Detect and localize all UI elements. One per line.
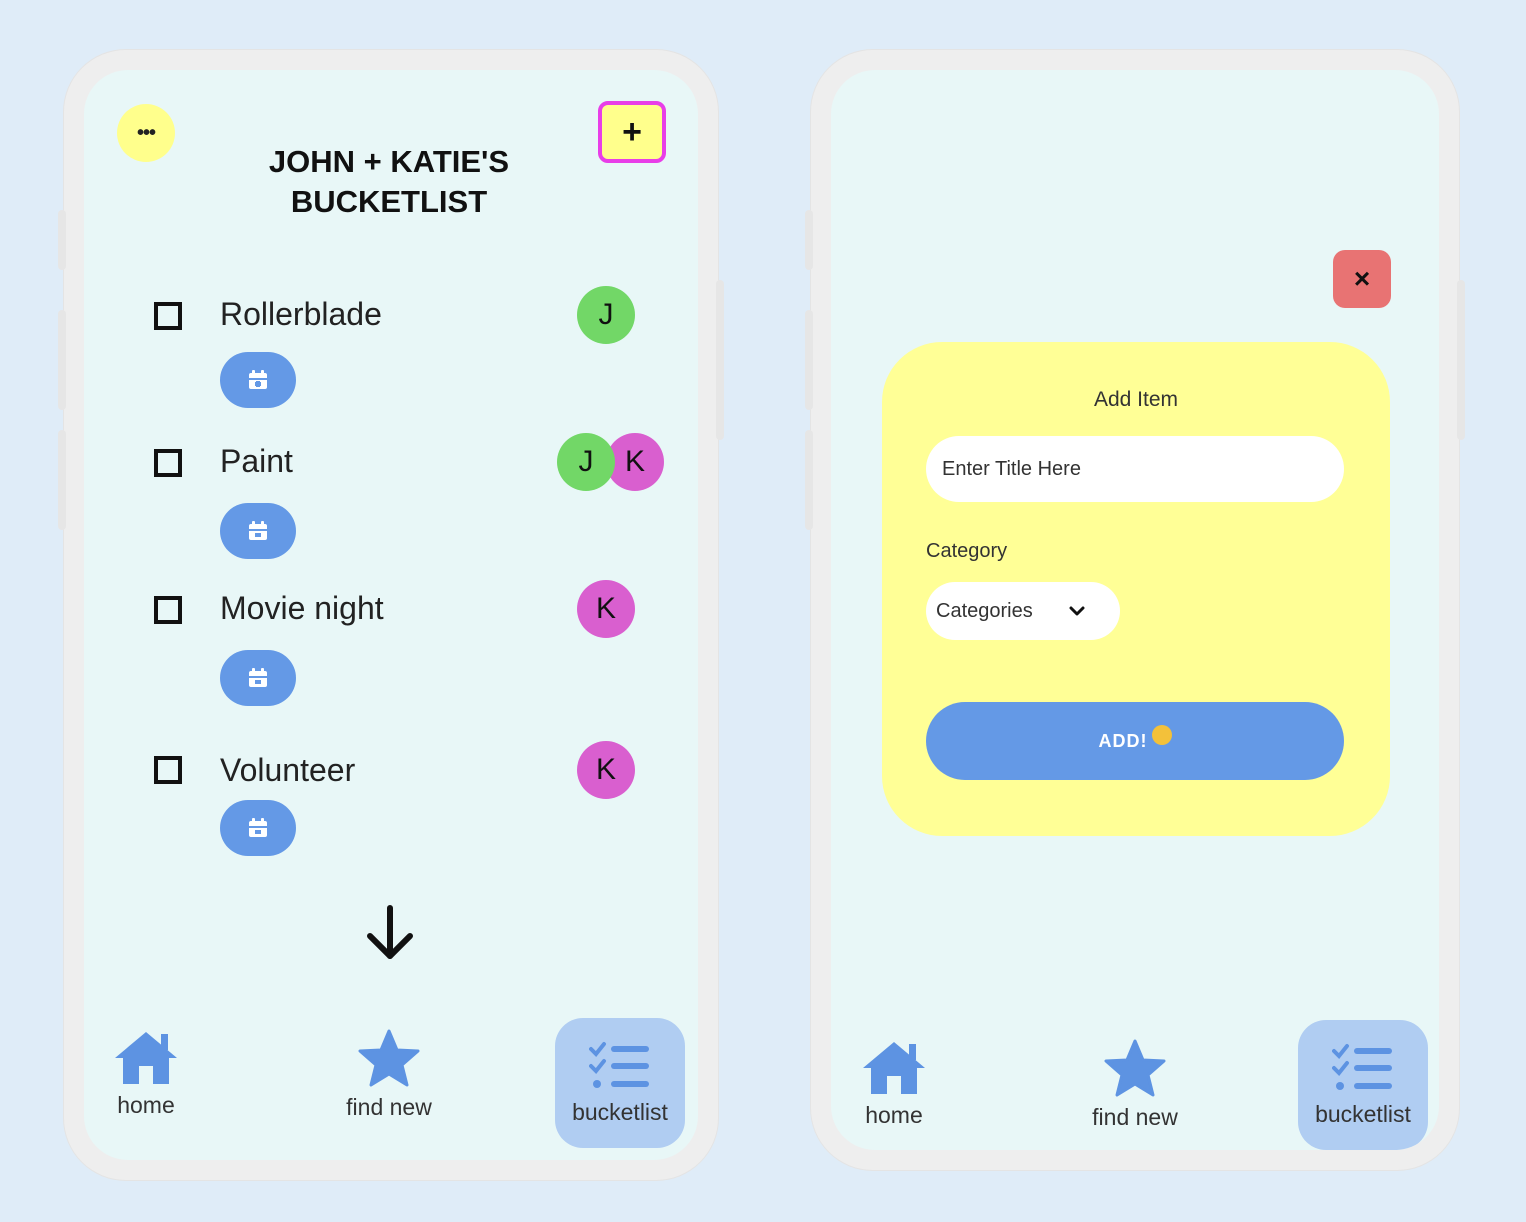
nav-bucketlist[interactable]: bucketlist	[555, 1018, 685, 1148]
phone-side-button	[805, 310, 813, 410]
item-label: Rollerblade	[220, 296, 382, 332]
phone-frame-right: × Add Item Category Categories ADD!	[805, 50, 1465, 1170]
nav-find-new[interactable]: find new	[324, 1028, 454, 1121]
category-select[interactable]: Categories	[926, 582, 1120, 640]
category-label: Category	[926, 540, 1008, 562]
add-item-button[interactable]: +	[598, 101, 666, 163]
calendar-button[interactable]	[220, 352, 296, 408]
avatar-j: J	[577, 286, 635, 344]
title-input[interactable]	[926, 436, 1344, 502]
phone-side-button	[1457, 280, 1465, 440]
phone-side-button	[716, 280, 724, 440]
item-checkbox-movie-night[interactable]	[154, 596, 182, 624]
chevron-down-icon	[1069, 606, 1085, 616]
add-item-screen: × Add Item Category Categories ADD!	[831, 70, 1439, 1150]
nav-home[interactable]: home	[850, 1038, 938, 1129]
avatar-k: K	[577, 741, 635, 799]
avatar-j: J	[557, 433, 615, 491]
calendar-icon	[249, 370, 267, 389]
star-icon	[1104, 1039, 1166, 1097]
calendar-button[interactable]	[220, 503, 296, 559]
calendar-icon	[249, 521, 267, 540]
smile-emoji-icon	[1151, 725, 1172, 745]
item-checkbox-paint[interactable]	[154, 449, 182, 477]
nav-bucketlist[interactable]: bucketlist	[1298, 1020, 1428, 1150]
nav-home[interactable]: home	[102, 1028, 190, 1119]
menu-button[interactable]: •••	[117, 104, 175, 162]
phone-side-button	[805, 430, 813, 530]
item-label: Paint	[220, 443, 293, 479]
ellipsis-icon: •••	[136, 121, 156, 144]
phone-side-button	[58, 210, 66, 270]
checklist-icon	[589, 1041, 649, 1088]
close-icon: ×	[1353, 263, 1371, 294]
arrow-down-icon[interactable]	[362, 904, 418, 964]
phone-frame-left: ••• JOHN + KATIE'S BUCKETLIST + Rollerbl…	[58, 50, 724, 1180]
calendar-button[interactable]	[220, 650, 296, 706]
home-icon	[863, 1042, 925, 1094]
calendar-button[interactable]	[220, 800, 296, 856]
card-title: Add Item	[1093, 388, 1179, 411]
checklist-icon	[1332, 1043, 1392, 1090]
item-checkbox-volunteer[interactable]	[154, 756, 182, 784]
add-item-card: Add Item Category Categories ADD!	[882, 342, 1390, 836]
item-checkbox-rollerblade[interactable]	[154, 302, 182, 330]
avatar-k: K	[577, 580, 635, 638]
bucketlist-screen: ••• JOHN + KATIE'S BUCKETLIST + Rollerbl…	[84, 70, 698, 1160]
close-button[interactable]: ×	[1333, 250, 1391, 308]
category-selected-value: Categories	[936, 599, 1033, 622]
nav-find-new[interactable]: find new	[1070, 1038, 1200, 1131]
item-label: Volunteer	[220, 752, 356, 788]
add-submit-button[interactable]: ADD!	[926, 702, 1344, 780]
phone-side-button	[805, 210, 813, 270]
calendar-icon	[249, 668, 267, 687]
home-icon	[115, 1032, 177, 1084]
page-title: JOHN + KATIE'S BUCKETLIST	[268, 144, 510, 219]
star-icon	[358, 1029, 420, 1087]
item-label: Movie night	[220, 590, 384, 626]
phone-side-button	[58, 310, 66, 410]
phone-side-button	[58, 430, 66, 530]
plus-icon: +	[622, 112, 642, 151]
calendar-icon	[249, 818, 267, 837]
